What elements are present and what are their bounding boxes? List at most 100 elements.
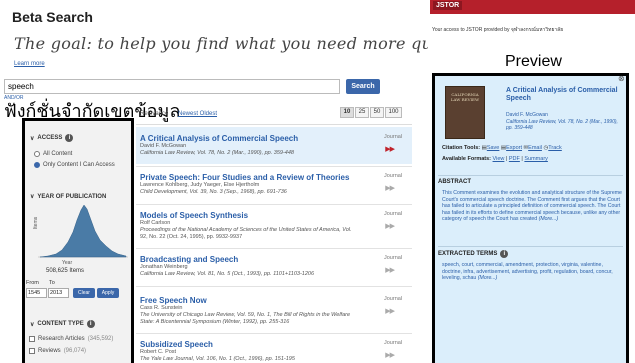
result-item[interactable]: Models of Speech Synthesis Rolf Carlson …	[140, 211, 412, 241]
result-source-cont: 92, No. 22 (Oct. 24, 1995), pp. 9932-993…	[140, 234, 243, 240]
result-title[interactable]: A Critical Analysis of Commercial Speech	[140, 134, 412, 143]
preview-arrow-icon[interactable]: ▶▶	[385, 351, 395, 359]
close-icon[interactable]: ⊗	[618, 74, 625, 83]
abstract-heading: ABSTRACT	[438, 175, 623, 185]
page-title: Beta Search	[12, 9, 93, 25]
extracted-terms-heading: EXTRACTED TERMS i	[438, 246, 623, 258]
content-type-reviews[interactable]: Reviews (96,074)	[29, 348, 86, 354]
preview-arrow-icon[interactable]: ▶▶	[385, 145, 395, 153]
result-type: Journal	[384, 340, 403, 346]
result-type: Journal	[384, 211, 403, 217]
year-from-input[interactable]: 1545	[26, 288, 47, 298]
preview-arrow-icon[interactable]: ▶▶	[385, 184, 395, 192]
result-type: Journal	[384, 296, 403, 302]
result-title[interactable]: Models of Speech Synthesis	[140, 211, 412, 220]
access-all-content[interactable]: All Content	[34, 151, 72, 157]
result-item[interactable]: Broadcasting and Speech Jonathan Weinber…	[140, 255, 412, 278]
divider	[136, 333, 412, 334]
to-label: To	[49, 280, 55, 286]
sort-relevance[interactable]: Relevance	[140, 111, 168, 117]
search-button[interactable]: Search	[346, 79, 380, 94]
result-title[interactable]: Free Speech Now	[140, 296, 412, 305]
radio-icon	[34, 151, 40, 157]
result-author: Cass R. Sunstein	[140, 305, 183, 311]
extracted-terms: speech, court, commercial, amendment, pr…	[442, 262, 613, 281]
result-author: Robert C. Post	[140, 349, 177, 355]
year-heading[interactable]: ∨ YEAR OF PUBLICATION	[30, 193, 106, 201]
format-pdf-link[interactable]: PDF	[509, 156, 520, 162]
content-type-research-articles[interactable]: Research Articles (345,592)	[29, 336, 113, 342]
result-source: Child Development, Vol. 39, No. 3 (Sep.,…	[140, 189, 287, 195]
preview-meta: David F. McGowan California Law Review, …	[506, 112, 624, 132]
info-icon[interactable]: i	[86, 320, 95, 328]
result-type: Journal	[384, 255, 403, 261]
result-item[interactable]: Subsidized Speech Robert C. Post The Yal…	[140, 340, 412, 363]
result-source: California Law Review, Vol. 81, No. 5 (O…	[140, 271, 315, 277]
result-author: Rolf Carlson	[140, 220, 171, 226]
result-author: Lawrence Kohlberg, Judy Yaeger, Else Hje…	[140, 182, 260, 188]
access-note: Your access to JSTOR provided by จุฬาลงก…	[432, 27, 564, 33]
result-source: The University of Chicago Law Review, Vo…	[140, 312, 351, 318]
checkbox-icon	[29, 348, 35, 354]
preview-annotation: Preview	[505, 53, 562, 70]
abstract-text: This Comment examines the evolution and …	[442, 190, 622, 222]
access-heading[interactable]: ∨ ACCESS i	[30, 134, 74, 142]
year-x-label: Year	[62, 260, 73, 266]
content-type-heading[interactable]: ∨ CONTENT TYPE i	[30, 320, 95, 328]
tagline: The goal: to help you find what you need…	[14, 34, 475, 53]
format-summary-link[interactable]: Summary	[524, 156, 548, 162]
result-item[interactable]: A Critical Analysis of Commercial Speech…	[140, 134, 412, 157]
info-icon[interactable]: i	[65, 134, 74, 142]
per-page-100[interactable]: 100	[385, 107, 402, 118]
chevron-down-icon: ∨	[30, 194, 35, 200]
result-type: Journal	[384, 173, 403, 179]
email-link[interactable]: Email	[528, 145, 542, 151]
preview-arrow-icon[interactable]: ▶▶	[385, 266, 395, 274]
from-label: From	[26, 280, 39, 286]
export-link[interactable]: Export	[506, 145, 522, 151]
clear-button[interactable]: Clear	[73, 288, 95, 298]
available-formats: Available Formats: View | PDF | Summary	[442, 156, 548, 162]
result-source: Proceedings of the National Academy of S…	[140, 227, 352, 233]
terms-more-link[interactable]: (More...)	[478, 275, 498, 281]
track-link[interactable]: Track	[548, 145, 562, 151]
chevron-down-icon: ∨	[30, 321, 35, 328]
result-author: David F. McGowan	[140, 143, 187, 149]
info-icon[interactable]: i	[500, 250, 509, 258]
save-link[interactable]: Save	[487, 145, 500, 151]
format-view-link[interactable]: View	[493, 156, 505, 162]
year-to-input[interactable]: 2013	[48, 288, 69, 298]
result-author: Jonathan Weinberg	[140, 264, 188, 270]
preview-arrow-icon[interactable]: ▶▶	[385, 222, 395, 230]
per-page-25[interactable]: 25	[355, 107, 369, 118]
abstract-more-link[interactable]: (More...)	[539, 216, 559, 222]
result-source-cont: State: A Bicentennial Symposium (Winter,…	[140, 319, 290, 325]
result-title[interactable]: Subsidized Speech	[140, 340, 412, 349]
sort-links[interactable]: Newest Oldest	[178, 111, 217, 117]
divider	[136, 166, 412, 167]
checkbox-icon	[29, 336, 35, 342]
result-title[interactable]: Private Speech: Four Studies and a Revie…	[140, 173, 412, 182]
year-histogram[interactable]	[38, 200, 128, 258]
preview-title[interactable]: A Critical Analysis of Commercial Speech	[506, 87, 624, 103]
per-page-50[interactable]: 50	[370, 107, 384, 118]
divider	[136, 204, 412, 205]
search-input[interactable]	[4, 79, 340, 94]
preview-arrow-icon[interactable]: ▶▶	[385, 307, 395, 315]
jstor-beta-search-page: Beta Search The goal: to help you find w…	[0, 0, 635, 363]
citation-tools: Citation Tools: ▤Save ▤Export ✉Email ◷Tr…	[442, 145, 562, 151]
result-source: The Yale Law Journal, Vol. 106, No. 1 (O…	[140, 356, 295, 362]
learn-more-link[interactable]: Learn more	[14, 61, 45, 67]
result-type: Journal	[384, 134, 403, 140]
jstor-logo[interactable]: JSTOR	[433, 1, 463, 10]
divider	[136, 286, 412, 287]
result-source: California Law Review, Vol. 78, No. 2 (M…	[140, 150, 294, 156]
result-item[interactable]: Free Speech Now Cass R. Sunstein The Uni…	[140, 296, 412, 326]
apply-button[interactable]: Apply	[97, 288, 119, 298]
divider	[136, 248, 412, 249]
result-item[interactable]: Private Speech: Four Studies and a Revie…	[140, 173, 412, 196]
access-only-content[interactable]: Only Content I Can Access	[34, 162, 115, 168]
items-count: 508,625 Items	[46, 268, 85, 274]
result-title[interactable]: Broadcasting and Speech	[140, 255, 412, 264]
per-page-10[interactable]: 10	[340, 107, 354, 118]
